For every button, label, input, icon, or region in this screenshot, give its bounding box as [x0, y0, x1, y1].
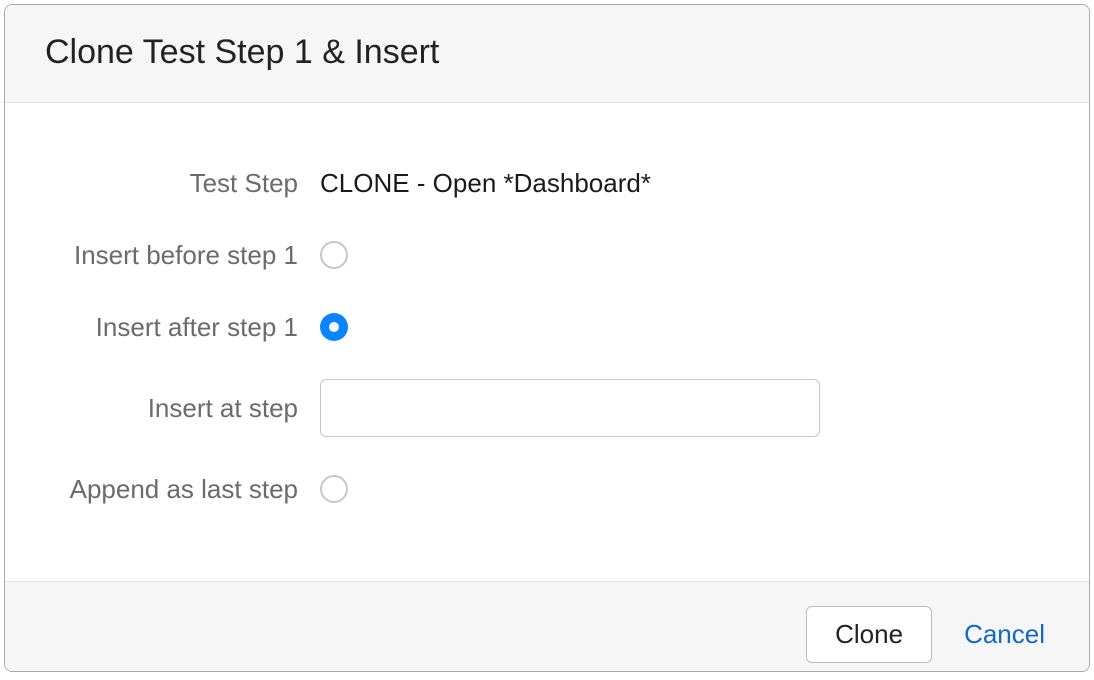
cancel-button[interactable]: Cancel — [960, 607, 1049, 662]
test-step-label: Test Step — [45, 168, 320, 199]
dialog-body: Test Step CLONE - Open *Dashboard* Inser… — [5, 103, 1089, 581]
insert-after-label: Insert after step 1 — [45, 312, 320, 343]
test-step-value: CLONE - Open *Dashboard* — [320, 168, 651, 199]
clone-button[interactable]: Clone — [806, 606, 932, 663]
append-last-radio[interactable] — [320, 475, 348, 503]
dialog-footer: Clone Cancel — [5, 581, 1089, 672]
dialog-title: Clone Test Step 1 & Insert — [45, 33, 1049, 72]
insert-at-label: Insert at step — [45, 393, 320, 424]
append-last-label: Append as last step — [45, 474, 320, 505]
insert-at-input[interactable] — [320, 379, 820, 437]
row-append-last: Append as last step — [45, 469, 1049, 509]
insert-before-label: Insert before step 1 — [45, 240, 320, 271]
insert-after-radio[interactable] — [320, 313, 348, 341]
row-insert-before: Insert before step 1 — [45, 235, 1049, 275]
row-insert-at: Insert at step — [45, 379, 1049, 437]
row-test-step: Test Step CLONE - Open *Dashboard* — [45, 163, 1049, 203]
row-insert-after: Insert after step 1 — [45, 307, 1049, 347]
dialog-header: Clone Test Step 1 & Insert — [5, 5, 1089, 103]
insert-before-radio[interactable] — [320, 241, 348, 269]
clone-test-step-dialog: Clone Test Step 1 & Insert Test Step CLO… — [4, 4, 1090, 672]
